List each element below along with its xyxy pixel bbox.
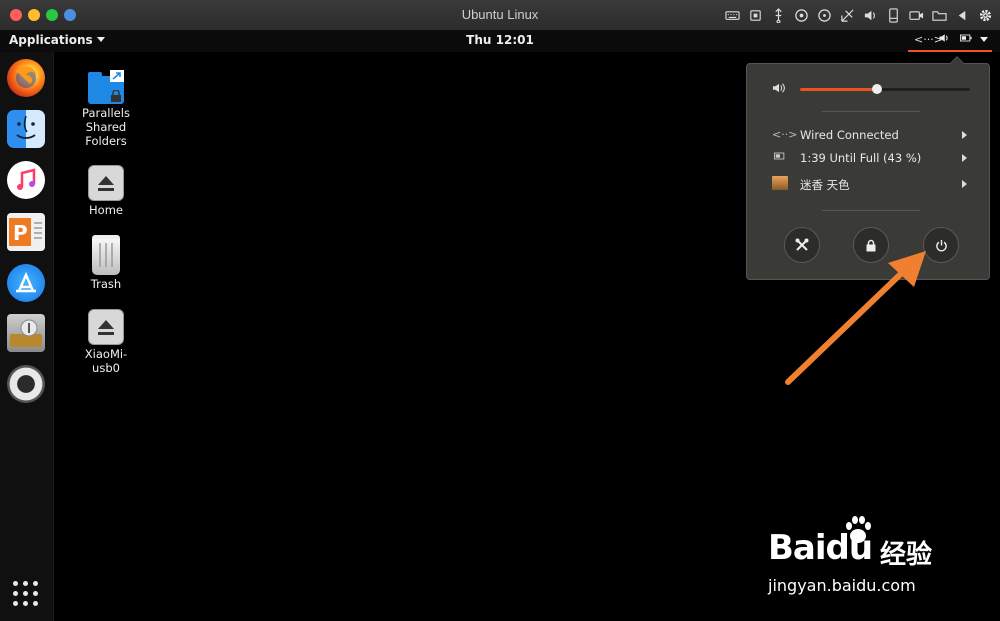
wired-network-icon: <··>: [772, 128, 798, 141]
watermark-text: 经验: [880, 540, 933, 570]
firefox-icon[interactable]: [7, 59, 45, 97]
volume-slider-fill: [800, 88, 877, 91]
cpu-icon[interactable]: [746, 6, 764, 24]
desktop-icon-trash[interactable]: Trash: [66, 235, 146, 291]
gear-icon[interactable]: [976, 6, 994, 24]
keyboard-icon[interactable]: [723, 6, 741, 24]
volume-slider[interactable]: [800, 84, 970, 94]
user-item[interactable]: 迷香 天色: [747, 173, 989, 195]
desktop-icon-label: Home: [89, 203, 123, 217]
camera-icon[interactable]: [907, 6, 925, 24]
disk-icon[interactable]: [815, 6, 833, 24]
desktop-icon-label: XiaoMi- usb0: [84, 347, 128, 375]
battery-item[interactable]: 1:39 Until Full (43 %): [747, 147, 989, 169]
help-icon[interactable]: [7, 365, 45, 403]
svg-text:P: P: [13, 221, 28, 245]
volume-icon: [938, 32, 950, 47]
wired-connection-label: Wired Connected: [800, 128, 899, 142]
desktop-icon-label: Parallels Shared Folders: [82, 106, 130, 148]
finder-icon[interactable]: [7, 110, 45, 148]
battery-label: 1:39 Until Full (43 %): [800, 151, 922, 165]
user-avatar: [772, 176, 788, 190]
chevron-down-icon: [980, 37, 988, 42]
menu-separator: [822, 111, 920, 112]
baidu-watermark: Baidu 经验 jingyan.baidu.com: [762, 512, 962, 602]
desktop-icon-label: Trash: [90, 277, 122, 291]
chevron-right-icon: [962, 180, 967, 188]
menu-separator: [822, 210, 920, 211]
back-icon[interactable]: [953, 6, 971, 24]
battery-icon: [960, 33, 972, 46]
network-icon[interactable]: [838, 6, 856, 24]
wired-connection-item[interactable]: <··> Wired Connected: [747, 124, 989, 146]
top-panel: Applications Thu 12:01 <···>: [0, 30, 1000, 52]
folder-icon[interactable]: [930, 6, 948, 24]
chevron-right-icon: [962, 154, 967, 162]
battery-icon: [772, 151, 788, 165]
disk-utility-icon[interactable]: [7, 314, 45, 352]
desktop-icon-home[interactable]: Home: [66, 165, 146, 217]
sound-icon[interactable]: [861, 6, 879, 24]
active-indicator: [908, 50, 992, 52]
trash-icon: [92, 235, 120, 275]
device-icon[interactable]: [884, 6, 902, 24]
watermark-url: jingyan.baidu.com: [768, 576, 916, 595]
usb-icon[interactable]: [769, 6, 787, 24]
shared-folder-icon: [88, 70, 124, 104]
desktop-icon-xiaomi-usb0[interactable]: XiaoMi- usb0: [66, 309, 146, 375]
vm-toolbar: [723, 6, 994, 24]
eject-icon: [88, 165, 124, 201]
volume-slider-handle[interactable]: [871, 84, 882, 94]
watermark-logo: Baidu: [768, 528, 873, 568]
volume-icon: [772, 82, 788, 96]
presentation-icon[interactable]: P: [7, 213, 45, 251]
desktop-icon-parallels-shared-folders[interactable]: Parallels Shared Folders: [66, 70, 146, 148]
clock[interactable]: Thu 12:01: [0, 33, 1000, 47]
window-titlebar: Ubuntu Linux: [0, 0, 1000, 31]
status-area[interactable]: <···>: [900, 30, 1000, 52]
cd-icon[interactable]: [792, 6, 810, 24]
music-icon[interactable]: [7, 161, 45, 199]
app-store-icon[interactable]: [7, 264, 45, 302]
eject-icon: [88, 309, 124, 345]
user-name-label: 迷香 天色: [800, 178, 850, 192]
dock: P: [0, 52, 54, 621]
annotation-arrow: [785, 251, 926, 385]
app-grid-icon[interactable]: [13, 581, 39, 607]
chevron-right-icon: [962, 131, 967, 139]
